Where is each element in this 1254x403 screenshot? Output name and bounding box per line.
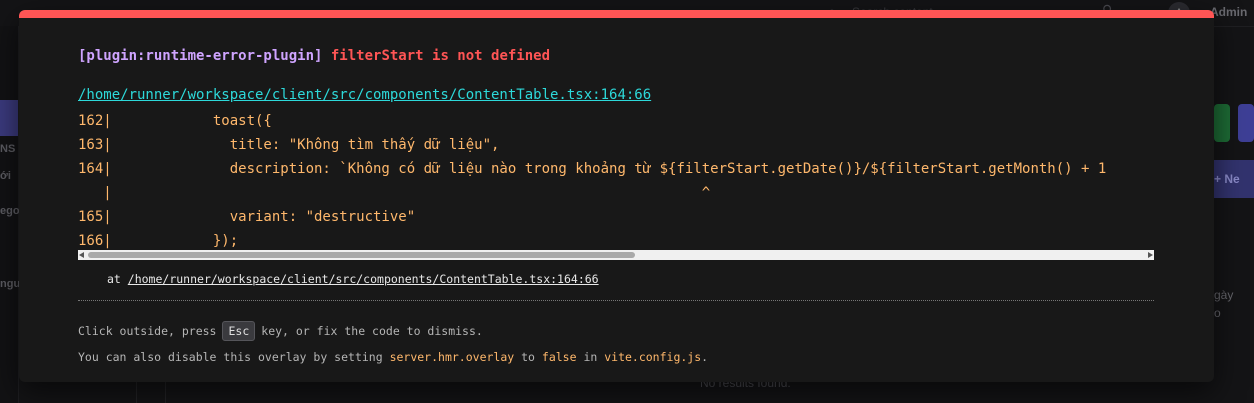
tip-text: key, or fix the code to dismiss. (261, 324, 483, 338)
sidebar-item-label: NS (0, 143, 16, 155)
new-content-button[interactable]: + Ne (1214, 160, 1254, 198)
esc-key: Esc (222, 321, 256, 341)
config-file: vite.config.js (604, 350, 702, 364)
stack-prefix: at (107, 272, 128, 286)
disable-overlay-tip: You can also disable this overlay by set… (78, 350, 708, 364)
tip-text: You can also disable this overlay by set… (78, 350, 390, 364)
sidebar-item-label: ngu (0, 278, 21, 290)
stack-file-link[interactable]: /home/runner/workspace/client/src/compon… (128, 272, 599, 286)
sidebar-item-label: ới (0, 170, 11, 182)
tip-text: to (514, 350, 542, 364)
code-frame[interactable]: 162| toast({ 163| title: "Không tìm thấy… (78, 109, 1154, 249)
code-line: 162| toast({ (78, 113, 272, 129)
code-line: 166| }); (78, 233, 239, 249)
horizontal-scrollbar[interactable] (78, 250, 1154, 260)
table-header-cell: o (1214, 306, 1221, 320)
action-button[interactable] (1238, 104, 1254, 142)
scrollbar-thumb[interactable] (88, 252, 635, 258)
error-text: filterStart is not defined (330, 48, 551, 64)
sidebar-item-active[interactable] (0, 100, 18, 136)
scroll-left-arrow-icon[interactable] (79, 252, 84, 258)
error-message: [plugin:runtime-error-plugin] filterStar… (78, 48, 550, 64)
export-button[interactable] (1214, 104, 1230, 142)
sidebar-item-label: ego (0, 205, 20, 217)
config-key: server.hmr.overlay (389, 350, 515, 364)
tip-text: in (576, 350, 605, 364)
table-header-cell: gày (1214, 288, 1234, 302)
error-plugin-name: [plugin:runtime-error-plugin] (78, 48, 323, 64)
tip-text: . (701, 350, 709, 364)
error-file-link[interactable]: /home/runner/workspace/client/src/compon… (78, 87, 651, 103)
divider (78, 300, 1154, 301)
error-overlay[interactable]: [plugin:runtime-error-plugin] filterStar… (19, 10, 1214, 382)
code-line: 165| variant: "destructive" (78, 209, 416, 225)
code-line: 164| description: `Không có dữ liệu nào … (78, 161, 1107, 177)
code-line: 163| title: "Không tìm thấy dữ liệu", (78, 137, 500, 153)
scroll-right-arrow-icon[interactable] (1148, 252, 1153, 258)
divider (136, 380, 137, 403)
code-line: | ^ (78, 185, 711, 201)
user-name[interactable]: Admin (1210, 5, 1247, 19)
divider (165, 380, 166, 403)
config-value: false (541, 350, 577, 364)
stack-trace: at /home/runner/workspace/client/src/com… (107, 272, 599, 286)
tip-text: Click outside, press (78, 324, 217, 338)
dismiss-tip: Click outside, press Esc key, or fix the… (78, 321, 483, 341)
